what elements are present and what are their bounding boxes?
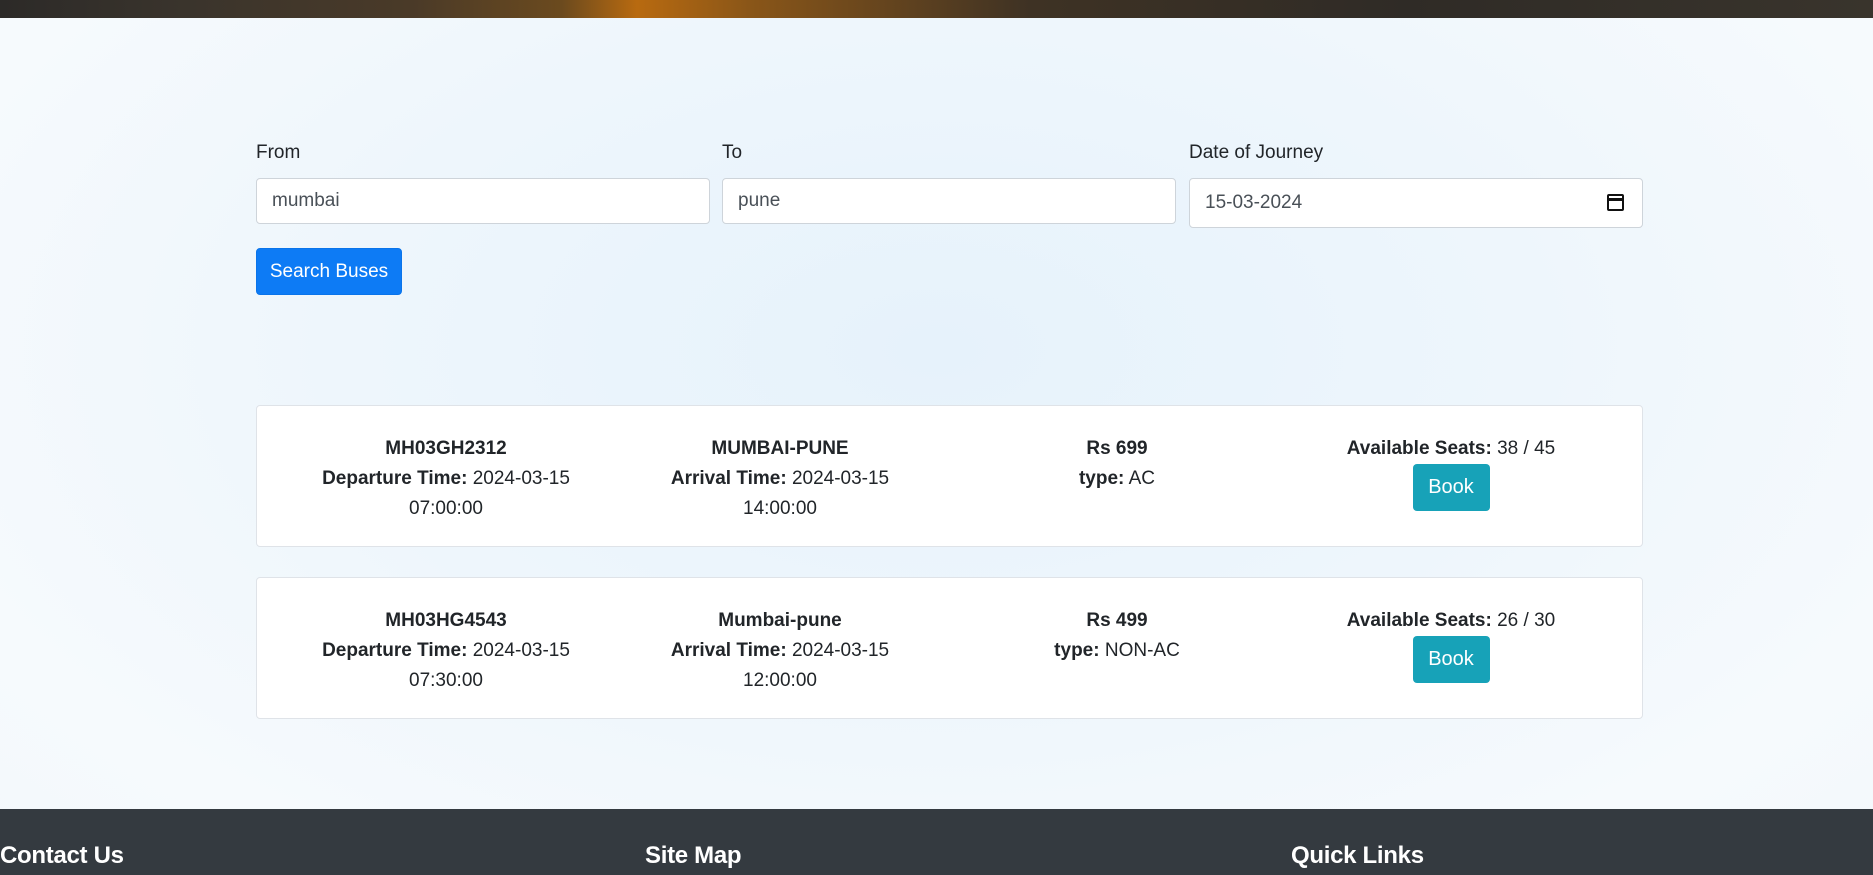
date-value: 15-03-2024 [1205, 192, 1303, 213]
to-label: To [722, 142, 743, 163]
calendar-icon[interactable] [1607, 194, 1624, 211]
bus-price-col: Rs 699 type: AC [957, 434, 1277, 494]
bus-route: MUMBAI-PUNE [711, 438, 849, 459]
date-label: Date of Journey [1189, 142, 1324, 163]
hero-banner-image [0, 0, 1873, 18]
bus-arrival-col: MUMBAI-PUNE Arrival Time: 2024-03-15 14:… [620, 434, 940, 524]
departure-date: 2024-03-15 [472, 640, 570, 661]
bus-result-card: MH03GH2312 Departure Time: 2024-03-15 07… [256, 405, 1643, 547]
bus-number: MH03HG4543 [385, 610, 507, 631]
date-group: Date of Journey 15-03-2024 [1189, 142, 1643, 228]
bus-result-card: MH03HG4543 Departure Time: 2024-03-15 07… [256, 577, 1643, 719]
date-of-journey-input[interactable]: 15-03-2024 [1189, 178, 1643, 228]
departure-date: 2024-03-15 [472, 468, 570, 489]
arrival-label: Arrival Time: [670, 468, 787, 489]
arrival-label: Arrival Time: [670, 640, 787, 661]
arrival-date: 2024-03-15 [791, 640, 890, 661]
book-button[interactable]: Book [1412, 464, 1490, 511]
bus-departure-col: MH03GH2312 Departure Time: 2024-03-15 07… [286, 434, 606, 524]
arrival-time: 14:00:00 [743, 498, 817, 519]
book-button[interactable]: Book [1412, 636, 1490, 683]
bus-type: AC [1128, 468, 1156, 489]
bus-search-form: From mumbai To pune Date of Journey 15-0… [256, 142, 1643, 228]
bus-route: Mumbai-pune [718, 610, 842, 631]
to-group: To pune [722, 142, 1176, 224]
departure-time: 07:30:00 [409, 670, 483, 691]
bus-price: Rs 499 [1086, 610, 1148, 631]
departure-time: 07:00:00 [409, 498, 483, 519]
type-label: type: [1078, 468, 1125, 489]
footer-quicklinks-heading: Quick Links [1291, 842, 1424, 869]
footer-contact-heading: Contact Us [0, 842, 124, 869]
bus-arrival-col: Mumbai-pune Arrival Time: 2024-03-15 12:… [620, 606, 940, 696]
bus-price-col: Rs 499 type: NON-AC [957, 606, 1277, 666]
bus-departure-col: MH03HG4543 Departure Time: 2024-03-15 07… [286, 606, 606, 696]
bus-seats-col: Available Seats: 38 / 45 Book [1291, 434, 1611, 511]
bus-price: Rs 699 [1086, 438, 1148, 459]
type-label: type: [1054, 640, 1100, 661]
available-seats: 38 / 45 [1497, 438, 1556, 459]
to-input[interactable]: pune [722, 178, 1176, 224]
arrival-time: 12:00:00 [743, 670, 817, 691]
arrival-date: 2024-03-15 [791, 468, 890, 489]
from-label: From [256, 142, 301, 163]
bus-type: NON-AC [1104, 640, 1180, 661]
from-input[interactable]: mumbai [256, 178, 710, 224]
departure-label: Departure Time: [322, 640, 468, 661]
seats-label: Available Seats: [1346, 610, 1492, 631]
footer-sitemap-heading: Site Map [645, 842, 742, 869]
seats-label: Available Seats: [1346, 438, 1492, 459]
search-buses-button[interactable]: Search Buses [256, 248, 402, 295]
departure-label: Departure Time: [322, 468, 468, 489]
site-footer: Contact Us Site Map Quick Links [0, 809, 1873, 875]
bus-seats-col: Available Seats: 26 / 30 Book [1291, 606, 1611, 683]
from-group: From mumbai [256, 142, 710, 224]
available-seats: 26 / 30 [1497, 610, 1556, 631]
bus-number: MH03GH2312 [385, 438, 507, 459]
